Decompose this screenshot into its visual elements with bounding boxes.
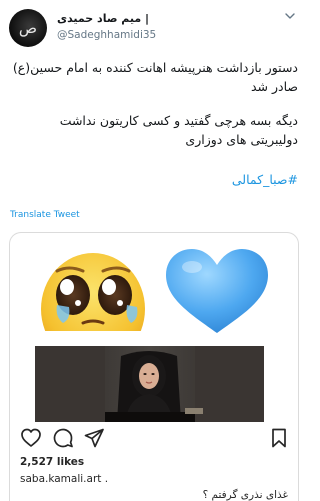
bookmark-icon[interactable] — [268, 427, 290, 449]
translate-tweet-link[interactable]: Translate Tweet — [10, 210, 80, 220]
handle[interactable]: @Sadeghhamidi35 — [57, 29, 156, 41]
photo-illustration — [35, 346, 264, 422]
display-name[interactable]: میم صاد حمیدی | — [57, 12, 149, 25]
username-suffix: . — [101, 473, 109, 485]
instagram-embed[interactable]: 2,527 likes saba.kamali.art . غذای نذری … — [9, 232, 299, 501]
share-icon[interactable] — [83, 427, 105, 449]
hashtag-link[interactable]: #صبا_کمالی — [10, 172, 298, 187]
post-caption: غذای نذری گرفتم ؟ — [202, 489, 288, 501]
blue-heart-emoji — [166, 249, 268, 333]
comment-icon[interactable] — [52, 427, 74, 449]
tweet-paragraph: دیگه بسه هرچی گفتید و کسی کاریتون نداشت … — [59, 113, 298, 147]
tweet-text: دستور بازداشت هنرپیشه اهانت کننده به اما… — [10, 58, 298, 164]
username-link[interactable]: saba.kamali.art — [20, 473, 101, 485]
avatar[interactable]: ص — [9, 9, 47, 47]
chevron-down-icon[interactable] — [284, 10, 296, 22]
avatar-glyph: ص — [18, 19, 38, 37]
tweet-paragraph: دستور بازداشت هنرپیشه اهانت کننده به اما… — [12, 60, 298, 94]
action-bar — [10, 427, 298, 453]
post-photo[interactable] — [35, 346, 264, 422]
likes-count[interactable]: 2,527 likes — [20, 456, 84, 468]
pleading-tears-emoji — [41, 253, 145, 331]
emoji-row — [10, 233, 298, 333]
post-username: saba.kamali.art . — [20, 473, 108, 485]
heart-icon[interactable] — [20, 427, 42, 449]
tweet-header: ص میم صاد حمیدی | @Sadeghhamidi35 — [0, 0, 306, 52]
